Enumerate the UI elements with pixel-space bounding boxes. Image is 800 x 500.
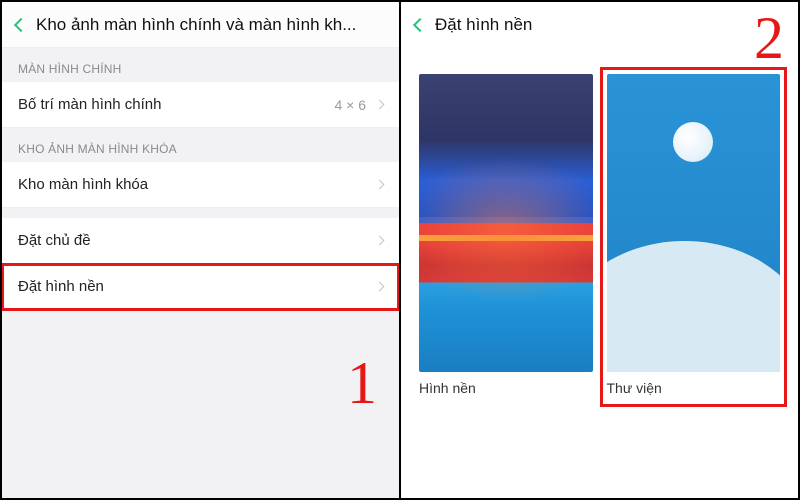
hill-icon xyxy=(607,241,781,372)
gallery-preview-icon xyxy=(607,74,781,372)
wallpaper-preview-icon xyxy=(419,74,593,372)
wallpaper-source-gallery[interactable]: Thư viện xyxy=(607,74,781,400)
spacer xyxy=(2,208,399,218)
row-right xyxy=(376,181,383,188)
row-set-wallpaper[interactable]: Đặt hình nền xyxy=(2,264,399,310)
section-header-main: MÀN HÌNH CHÍNH xyxy=(2,48,399,82)
row-right xyxy=(376,237,383,244)
annotation-step-number: 2 xyxy=(754,4,784,73)
chevron-right-icon xyxy=(375,282,385,292)
page-title: Đặt hình nền xyxy=(435,15,532,35)
row-right: 4 × 6 xyxy=(334,97,383,113)
row-value: 4 × 6 xyxy=(334,97,366,113)
wallpaper-source-grid: Hình nền Thư viện xyxy=(401,48,798,414)
row-label: Kho màn hình khóa xyxy=(18,176,148,193)
chevron-right-icon xyxy=(375,236,385,246)
settings-panel-step1: Kho ảnh màn hình chính và màn hình kh...… xyxy=(2,2,401,498)
row-label: Đặt hình nền xyxy=(18,278,104,295)
row-set-theme[interactable]: Đặt chủ đề xyxy=(2,218,399,264)
wallpaper-source-builtin[interactable]: Hình nền xyxy=(419,74,593,400)
back-icon[interactable] xyxy=(14,17,28,31)
page-title: Kho ảnh màn hình chính và màn hình kh... xyxy=(36,15,356,35)
row-right xyxy=(376,283,383,290)
moon-icon xyxy=(673,122,713,162)
back-icon[interactable] xyxy=(413,18,427,32)
row-label: Đặt chủ đề xyxy=(18,232,91,249)
annotation-step-number: 1 xyxy=(347,349,377,418)
wallpaper-panel-step2: Đặt hình nền Hình nền Thư viện 2 xyxy=(401,2,798,498)
header-bar: Đặt hình nền xyxy=(401,2,798,48)
row-label: Bố trí màn hình chính xyxy=(18,96,161,113)
row-home-layout[interactable]: Bố trí màn hình chính 4 × 6 xyxy=(2,82,399,128)
chevron-right-icon xyxy=(375,100,385,110)
header-bar: Kho ảnh màn hình chính và màn hình kh... xyxy=(2,2,399,48)
section-header-lock: KHO ẢNH MÀN HÌNH KHÓA xyxy=(2,128,399,162)
wallpaper-source-label: Thư viện xyxy=(607,380,781,396)
chevron-right-icon xyxy=(375,180,385,190)
wallpaper-source-label: Hình nền xyxy=(419,380,593,396)
row-lockscreen-magazine[interactable]: Kho màn hình khóa xyxy=(2,162,399,208)
